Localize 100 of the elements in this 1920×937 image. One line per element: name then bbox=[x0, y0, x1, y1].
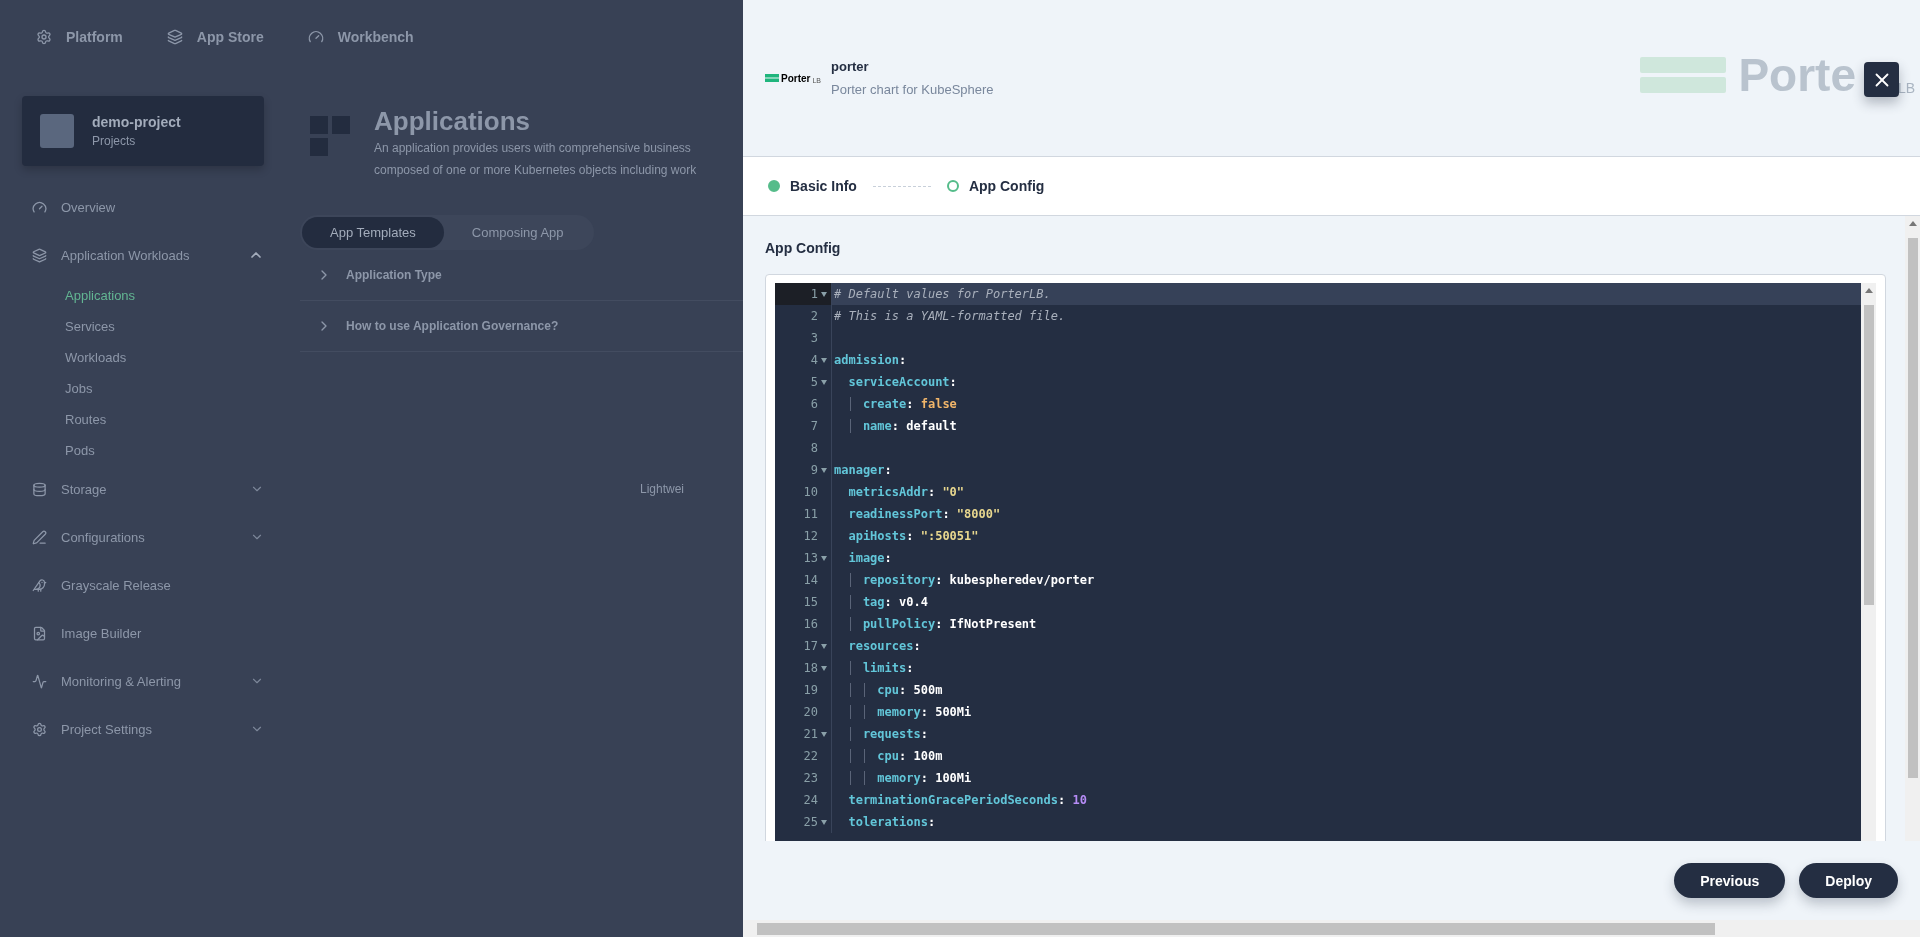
sidebar-item[interactable]: Monitoring & Alerting bbox=[61, 673, 236, 689]
code-line: tag: v0.4 bbox=[831, 591, 1861, 613]
horizontal-scrollbar[interactable] bbox=[743, 920, 1920, 937]
line-number: 19 bbox=[803, 683, 818, 697]
code-line: create: false bbox=[831, 393, 1861, 415]
line-number: 3 bbox=[810, 331, 818, 345]
nav-link[interactable]: Workbench bbox=[307, 29, 414, 45]
line-number: 21 bbox=[803, 727, 818, 741]
project-type: Projects bbox=[92, 134, 137, 148]
line-number: 6 bbox=[810, 397, 818, 411]
editor-scrollbar[interactable] bbox=[1861, 283, 1876, 841]
step-label[interactable]: Basic Info bbox=[790, 178, 857, 194]
sidebar-item[interactable]: Image Builder bbox=[61, 625, 264, 641]
fold-triangle-icon[interactable] bbox=[821, 357, 827, 363]
pulse-icon bbox=[32, 673, 47, 689]
page-title: Applications bbox=[374, 106, 531, 137]
accordion-title: How to use Application Governance? bbox=[346, 319, 559, 333]
line-number: 18 bbox=[803, 661, 818, 675]
fold-triangle-icon[interactable] bbox=[821, 467, 827, 473]
nav-link[interactable]: Platform bbox=[36, 29, 123, 45]
sidebar-subitem[interactable]: Services bbox=[22, 311, 264, 342]
line-number: 13 bbox=[803, 551, 818, 565]
sidebar-subitem[interactable]: Applications bbox=[22, 280, 264, 311]
code-line: cpu: 500m bbox=[831, 679, 1861, 701]
sidebar-subitem[interactable]: Workloads bbox=[22, 342, 264, 373]
caret-up-icon[interactable] bbox=[1908, 220, 1917, 226]
line-number: 2 bbox=[810, 309, 818, 323]
code-line: name: default bbox=[831, 415, 1861, 437]
line-number: 9 bbox=[810, 463, 818, 477]
project-name: demo-project bbox=[92, 114, 181, 130]
sidebar-item[interactable]: Grayscale Release bbox=[61, 577, 264, 593]
layers-icon bbox=[166, 29, 183, 45]
line-number: 11 bbox=[803, 507, 818, 521]
layers-icon bbox=[32, 247, 47, 263]
pen-icon bbox=[32, 529, 47, 545]
server-icon bbox=[1640, 55, 1727, 95]
line-number: 7 bbox=[810, 419, 818, 433]
image-file-icon bbox=[32, 625, 47, 641]
sidebar-item[interactable]: Storage bbox=[61, 481, 236, 497]
code-editor[interactable] bbox=[765, 274, 1886, 841]
fold-triangle-icon[interactable] bbox=[821, 731, 827, 737]
gauge-icon bbox=[307, 29, 324, 45]
fold-triangle-icon[interactable] bbox=[821, 555, 827, 561]
line-number: 15 bbox=[803, 595, 818, 609]
accordion-title: Application Type bbox=[346, 268, 442, 282]
line-number: 1 bbox=[810, 287, 818, 301]
fold-triangle-icon[interactable] bbox=[821, 379, 827, 385]
line-number: 16 bbox=[803, 617, 818, 631]
caret-up-icon[interactable] bbox=[1864, 287, 1873, 293]
sidebar-item[interactable]: Project Settings bbox=[61, 721, 236, 737]
footer-button[interactable]: Deploy bbox=[1799, 863, 1898, 898]
line-number: 25 bbox=[803, 815, 818, 829]
step-label[interactable]: App Config bbox=[968, 178, 1045, 194]
fold-triangle-icon[interactable] bbox=[821, 819, 827, 825]
fold-triangle-icon[interactable] bbox=[821, 291, 827, 297]
page-scrollbar[interactable] bbox=[1905, 216, 1920, 841]
line-number: 22 bbox=[803, 749, 818, 763]
line-number: 14 bbox=[803, 573, 818, 587]
nav-link[interactable]: App Store bbox=[166, 29, 264, 45]
sidebar-item[interactable]: Configurations bbox=[61, 529, 236, 545]
sidebar-subitem[interactable]: Jobs bbox=[22, 373, 264, 404]
app-description: Porter chart for KubeSphere bbox=[831, 82, 994, 97]
settings-icon bbox=[36, 29, 52, 45]
line-number: 17 bbox=[803, 639, 818, 653]
sidebar-item[interactable]: Overview bbox=[61, 199, 264, 215]
gauge-icon bbox=[32, 199, 47, 215]
line-number: 5 bbox=[810, 375, 818, 389]
code-line: limits: bbox=[831, 657, 1861, 679]
tab[interactable]: Composing App bbox=[443, 217, 592, 248]
fold-triangle-icon[interactable] bbox=[821, 665, 827, 671]
line-number: 12 bbox=[803, 529, 818, 543]
app-name: porter bbox=[831, 59, 870, 74]
line-number: 4 bbox=[810, 353, 818, 367]
sidebar-subitem[interactable]: Routes bbox=[22, 404, 264, 435]
code-line: requests: bbox=[831, 723, 1861, 745]
tab[interactable]: App Templates bbox=[302, 217, 444, 248]
line-number: 8 bbox=[810, 441, 818, 455]
bird-icon bbox=[32, 577, 47, 593]
page-description: composed of one or more Kubernetes objects including work bbox=[374, 162, 697, 179]
line-number: 23 bbox=[803, 771, 818, 785]
fold-triangle-icon[interactable] bbox=[821, 643, 827, 649]
code-line: repository: kubespheredev/porter bbox=[831, 569, 1861, 591]
database-icon bbox=[32, 481, 47, 497]
line-number: 20 bbox=[803, 705, 818, 719]
sidebar-subitem[interactable]: Pods bbox=[22, 435, 264, 466]
footer-button[interactable]: Previous bbox=[1674, 863, 1786, 898]
project-icon bbox=[40, 114, 74, 148]
code-line: cpu: 100m bbox=[831, 745, 1861, 767]
cut-text: Lightwei bbox=[640, 482, 686, 496]
sidebar-item[interactable]: Application Workloads bbox=[61, 247, 234, 263]
banner-logo-suffix: LB bbox=[1897, 80, 1915, 96]
page-description: An application provides users with comprehensive business bbox=[374, 140, 692, 157]
code-line: memory: 500Mi bbox=[831, 701, 1861, 723]
line-number: 24 bbox=[803, 793, 818, 807]
close-button[interactable] bbox=[1864, 62, 1899, 97]
settings-icon bbox=[32, 721, 47, 737]
line-number: 10 bbox=[803, 485, 818, 499]
project-card[interactable]: demo-project Projects bbox=[22, 96, 264, 166]
code-line: pullPolicy: IfNotPresent bbox=[831, 613, 1861, 635]
code-line: memory: 100Mi bbox=[831, 767, 1861, 789]
